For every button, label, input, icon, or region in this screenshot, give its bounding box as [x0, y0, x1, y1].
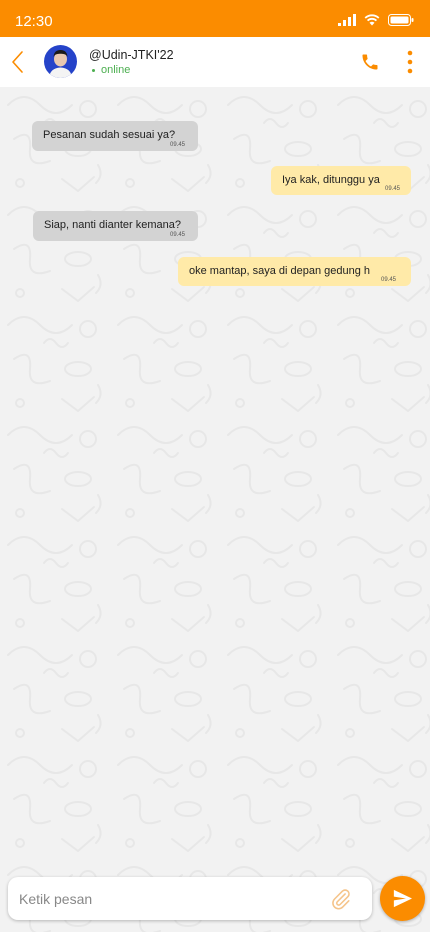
online-dot — [92, 68, 95, 72]
message-input[interactable] — [19, 877, 319, 920]
chat-header: @Udin-JTKI'22 online — [0, 37, 430, 87]
back-icon[interactable] — [10, 49, 26, 75]
battery-icon — [388, 14, 414, 26]
message-time: 09.45 — [381, 277, 397, 283]
chat-area[interactable]: Pesanan sudah sesuai ya? 09.45 Iya kak, … — [0, 87, 430, 932]
avatar[interactable] — [44, 45, 77, 78]
avatar-image — [44, 45, 77, 78]
message-text: Iya kak, ditunggu ya — [282, 174, 380, 186]
send-button[interactable] — [380, 876, 425, 921]
status-bar: 12:30 — [0, 0, 430, 37]
message-outgoing[interactable]: oke mantap, saya di depan gedung h 09.45 — [178, 257, 411, 286]
status-text: online — [101, 64, 131, 76]
message-time: 09.45 — [170, 142, 186, 148]
contact-status: online — [92, 64, 130, 76]
paperclip-icon[interactable] — [330, 887, 352, 911]
more-vertical-icon[interactable] — [406, 50, 414, 74]
message-text: Siap, nanti dianter kemana? — [44, 219, 181, 231]
message-outgoing[interactable]: Iya kak, ditunggu ya 09.45 — [271, 166, 411, 195]
message-incoming[interactable]: Siap, nanti dianter kemana? 09.45 — [33, 211, 198, 241]
phone-icon[interactable] — [360, 52, 380, 72]
message-time: 09.45 — [170, 232, 186, 238]
wifi-icon — [364, 14, 380, 26]
status-time: 12:30 — [15, 13, 53, 30]
message-composer — [8, 877, 372, 920]
message-text: oke mantap, saya di depan gedung h — [189, 265, 371, 277]
send-icon — [393, 889, 412, 908]
message-incoming[interactable]: Pesanan sudah sesuai ya? 09.45 — [32, 121, 198, 151]
status-icons — [338, 14, 414, 26]
contact-name: @Udin-JTKI'22 — [89, 48, 174, 62]
message-time: 09.45 — [385, 186, 401, 192]
message-text: Pesanan sudah sesuai ya? — [43, 129, 176, 141]
signal-icon — [338, 14, 356, 26]
